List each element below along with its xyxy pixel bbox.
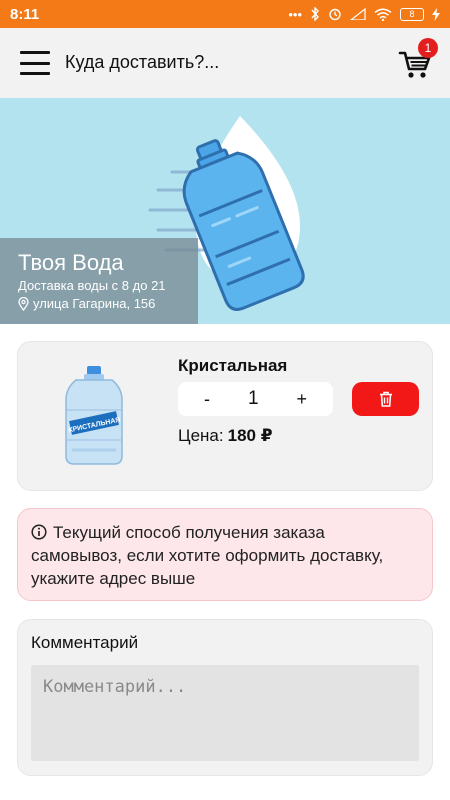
quantity-value: 1 (247, 388, 259, 409)
charging-icon (432, 7, 440, 21)
notice-text: Текущий способ получения заказа самовыво… (31, 523, 384, 588)
quantity-stepper: - 1 + (178, 382, 333, 416)
store-info-card: Твоя Вода Доставка воды с 8 до 21 улица … (0, 238, 198, 324)
product-name: Кристальная (178, 356, 288, 375)
cart-item-card: КРИСТАЛЬНАЯ Кристальная - 1 + Цена: 180 ₽ (17, 341, 433, 491)
cart-count-badge[interactable]: 1 (418, 38, 438, 58)
hamburger-menu-icon[interactable] (20, 48, 50, 78)
store-name: Твоя Вода (18, 250, 124, 275)
price-label: Цена: (178, 426, 224, 445)
store-address: улица Гагарина, 156 (18, 296, 180, 311)
decrement-button[interactable]: - (204, 389, 210, 410)
map-pin-icon (18, 296, 29, 311)
more-dots-icon: ••• (288, 6, 302, 22)
product-price: Цена: 180 ₽ (178, 426, 273, 446)
store-address-text: улица Гагарина, 156 (33, 296, 156, 311)
trash-icon (379, 391, 392, 407)
comment-section: Комментарий (17, 619, 433, 776)
price-value: 180 ₽ (227, 426, 273, 445)
wifi-icon (374, 8, 392, 21)
status-bar: 8:11 ••• 8 (0, 0, 450, 28)
delete-item-button[interactable] (352, 382, 419, 416)
pickup-notice: Текущий способ получения заказа самовыво… (17, 508, 433, 601)
battery-icon: 8 (400, 7, 424, 21)
info-icon (31, 524, 47, 540)
store-delivery-hours: Доставка воды с 8 до 21 (18, 278, 166, 293)
increment-button[interactable]: + (296, 389, 307, 410)
status-time: 8:11 (10, 5, 40, 23)
bluetooth-icon (311, 7, 319, 21)
comment-input[interactable] (31, 665, 419, 761)
product-image: КРИСТАЛЬНАЯ (65, 366, 123, 465)
status-icons: ••• 8 (288, 7, 440, 22)
delivery-address-prompt[interactable]: Куда доставить?... (65, 52, 219, 73)
comment-title: Комментарий (31, 633, 139, 652)
app-bar: Куда доставить?... (0, 28, 450, 98)
signal-icon (350, 8, 366, 20)
alarm-icon (329, 8, 341, 21)
